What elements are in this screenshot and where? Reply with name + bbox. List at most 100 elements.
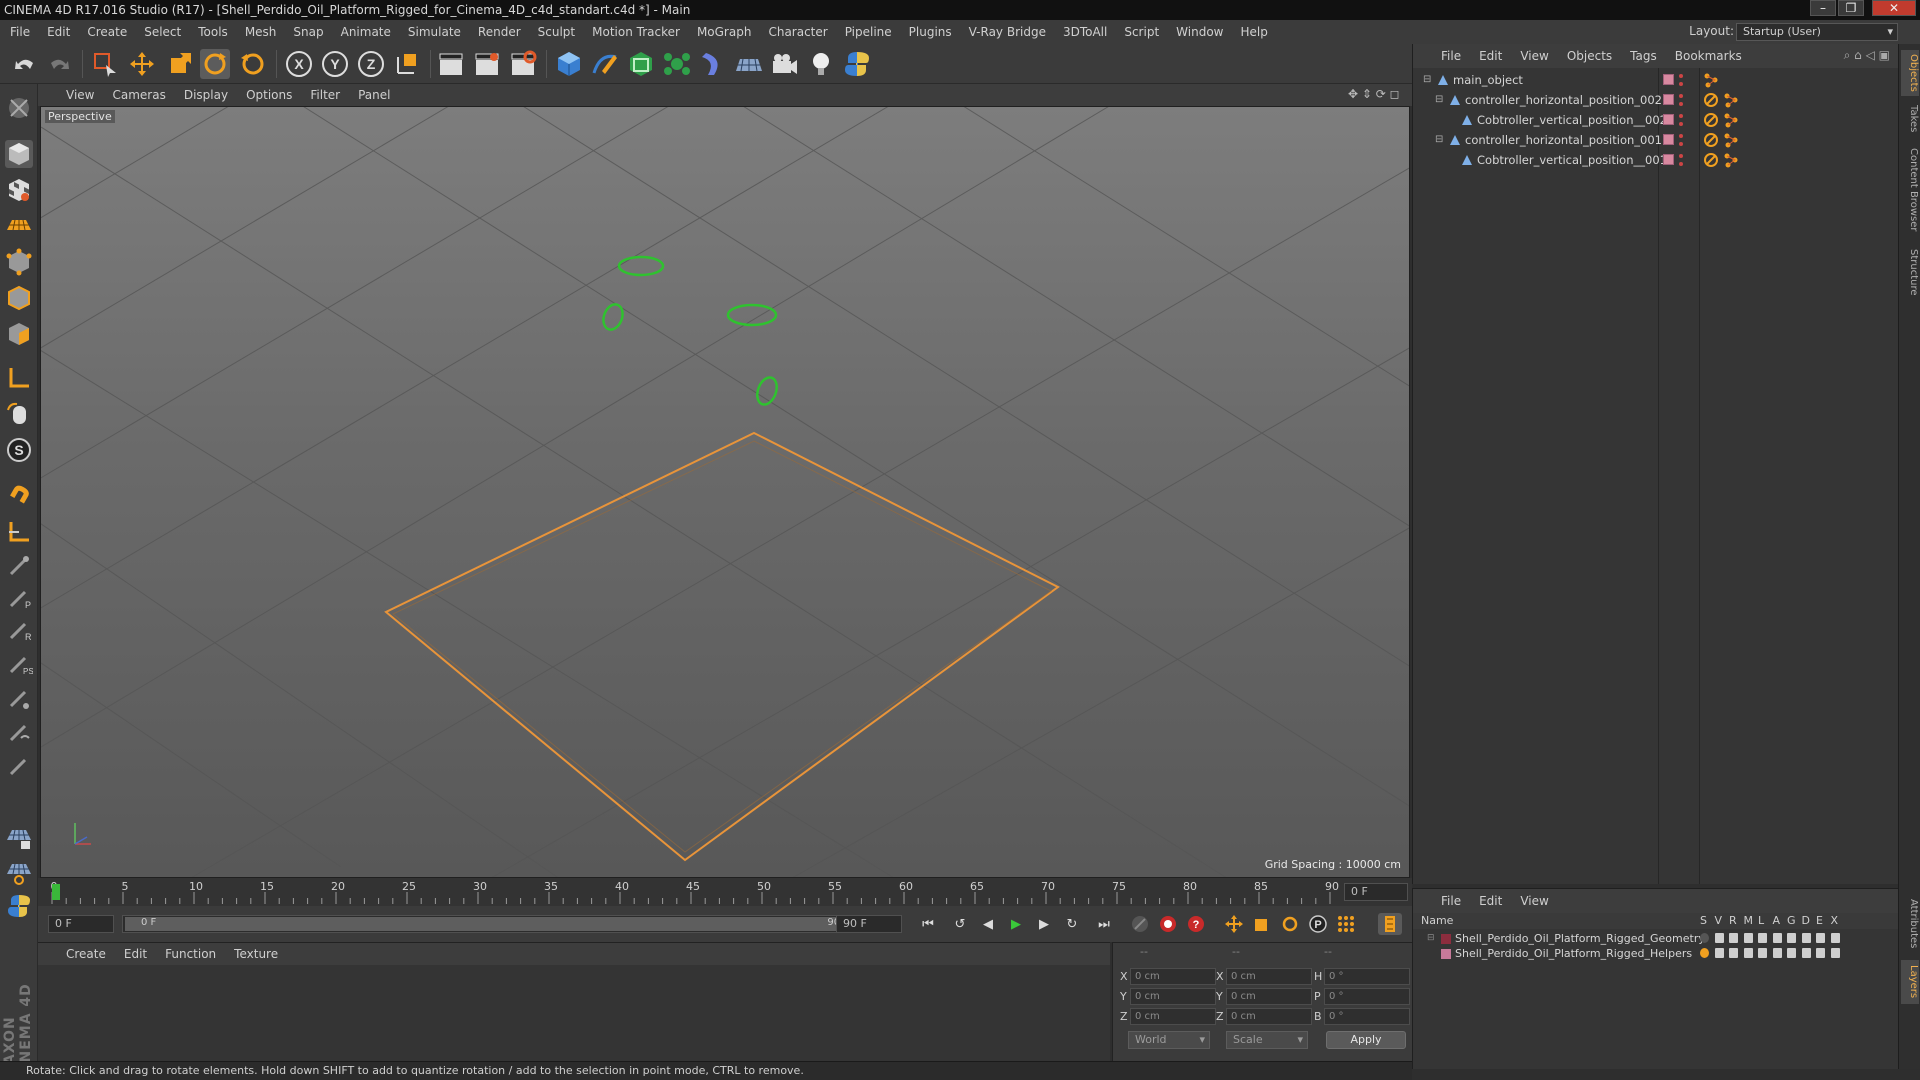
key-position-button[interactable] bbox=[1222, 913, 1246, 935]
constraint-tag-icon[interactable] bbox=[1703, 152, 1719, 168]
object-row[interactable]: Cobtroller_vertical_position__002 bbox=[1413, 110, 1899, 130]
transform-mode-dropdown[interactable]: Scale ▾ bbox=[1226, 1031, 1308, 1049]
rot-h-field[interactable]: 0 ° bbox=[1324, 968, 1410, 985]
menu-mograph[interactable]: MoGraph bbox=[697, 25, 752, 39]
snap-button[interactable]: S bbox=[5, 436, 33, 464]
layer-expand-icon[interactable]: ⊟ bbox=[1427, 931, 1435, 946]
layer-toggle-icon[interactable] bbox=[1758, 948, 1767, 958]
visibility-dots-icon[interactable] bbox=[1678, 93, 1684, 107]
record-button[interactable] bbox=[1156, 913, 1180, 935]
layer-toggle-icon[interactable] bbox=[1743, 933, 1753, 943]
viewport-scene[interactable] bbox=[41, 107, 1410, 878]
texture-mode-button[interactable] bbox=[5, 176, 33, 204]
previous-frame-button[interactable]: ◀ bbox=[976, 913, 1000, 935]
object-row[interactable]: ⊟ controller_horizontal_position_002 bbox=[1413, 90, 1899, 110]
current-frame-field[interactable]: 0 F bbox=[1344, 883, 1408, 901]
viewport-menu-panel[interactable]: Panel bbox=[358, 88, 390, 102]
rot-p-field[interactable]: 0 ° bbox=[1324, 988, 1410, 1005]
menu-select[interactable]: Select bbox=[144, 25, 181, 39]
menu-tools[interactable]: Tools bbox=[198, 25, 228, 39]
close-button[interactable]: ✕ bbox=[1872, 0, 1916, 16]
menu-animate[interactable]: Animate bbox=[341, 25, 391, 39]
xpresso-tag-icon[interactable] bbox=[1723, 132, 1739, 148]
add-spline-button[interactable] bbox=[590, 49, 620, 79]
menu-help[interactable]: Help bbox=[1240, 25, 1267, 39]
constraint-tag-icon[interactable] bbox=[1703, 132, 1719, 148]
live-selection-button[interactable] bbox=[90, 49, 120, 79]
layer-menu-view[interactable]: View bbox=[1520, 894, 1548, 908]
playhead[interactable] bbox=[52, 884, 60, 900]
rotate-tool-button[interactable] bbox=[200, 49, 230, 79]
layer-column-r[interactable]: R bbox=[1729, 913, 1737, 929]
viewport-menu-view[interactable]: View bbox=[66, 88, 94, 102]
layer-row[interactable]: ⊟ Shell_Perdido_Oil_Platform_Rigged_Geome… bbox=[1413, 931, 1899, 946]
goto-start-button[interactable]: ⏮ bbox=[916, 913, 940, 935]
start-frame-field[interactable]: 0 F bbox=[48, 915, 114, 933]
tab-attributes[interactable]: Attributes bbox=[1901, 894, 1919, 954]
python-script-button[interactable] bbox=[5, 892, 33, 920]
visibility-dots-icon[interactable] bbox=[1678, 73, 1684, 87]
menu-snap[interactable]: Snap bbox=[293, 25, 323, 39]
menu-simulate[interactable]: Simulate bbox=[408, 25, 461, 39]
tab-objects[interactable]: Objects bbox=[1901, 50, 1919, 96]
menu-plugins[interactable]: Plugins bbox=[909, 25, 952, 39]
add-deformer-button[interactable] bbox=[698, 49, 728, 79]
tab-layers[interactable]: Layers bbox=[1901, 960, 1919, 1004]
play-button[interactable]: ▶ bbox=[1004, 913, 1028, 935]
layer-color-swatch[interactable] bbox=[1441, 949, 1451, 959]
camera-label[interactable]: Perspective bbox=[45, 110, 115, 123]
brush-tool-3-button[interactable]: R bbox=[5, 616, 33, 644]
object-menu-file[interactable]: File bbox=[1441, 49, 1461, 63]
layer-color-tag[interactable] bbox=[1663, 114, 1674, 125]
range-slider-bar[interactable] bbox=[125, 917, 867, 931]
maximize-button[interactable]: ❐ bbox=[1838, 0, 1864, 16]
x-axis-lock-button[interactable]: X bbox=[284, 49, 314, 79]
layer-toggle-icon[interactable] bbox=[1743, 948, 1753, 958]
render-settings-button[interactable] bbox=[508, 49, 538, 79]
layer-name[interactable]: Shell_Perdido_Oil_Platform_Rigged_Geomet… bbox=[1455, 931, 1705, 946]
workplane-mode-button[interactable] bbox=[5, 212, 33, 240]
material-menu-create[interactable]: Create bbox=[66, 947, 106, 961]
size-z-field[interactable]: 0 cm bbox=[1226, 1008, 1312, 1025]
layer-toggle-icon[interactable] bbox=[1801, 933, 1811, 943]
layer-toggle-icon[interactable] bbox=[1816, 933, 1825, 943]
polygons-mode-button[interactable] bbox=[5, 320, 33, 348]
menu-mesh[interactable]: Mesh bbox=[245, 25, 277, 39]
tab-structure[interactable]: Structure bbox=[1901, 244, 1919, 300]
recent-tool-button[interactable] bbox=[238, 49, 268, 79]
layer-menu-file[interactable]: File bbox=[1441, 894, 1461, 908]
layer-toggle-icon[interactable] bbox=[1816, 948, 1825, 958]
menu-sculpt[interactable]: Sculpt bbox=[538, 25, 575, 39]
key-scale-button[interactable] bbox=[1250, 913, 1274, 935]
visibility-dots-icon[interactable] bbox=[1678, 133, 1684, 147]
brush-tool-5-button[interactable] bbox=[5, 684, 33, 712]
viewport-menu-cameras[interactable]: Cameras bbox=[112, 88, 165, 102]
object-menu-view[interactable]: View bbox=[1520, 49, 1548, 63]
object-menu-edit[interactable]: Edit bbox=[1479, 49, 1502, 63]
layer-toggle-icon[interactable] bbox=[1714, 948, 1724, 958]
brush-tool-2-button[interactable]: P bbox=[5, 584, 33, 612]
coordinate-system-button[interactable] bbox=[392, 49, 422, 79]
layer-toggle-icon[interactable] bbox=[1787, 948, 1796, 958]
menu-create[interactable]: Create bbox=[87, 25, 127, 39]
layer-row[interactable]: Shell_Perdido_Oil_Platform_Rigged_Helper… bbox=[1413, 946, 1899, 961]
layer-toggle-icon[interactable] bbox=[1830, 948, 1840, 958]
tree-collapse-icon[interactable]: ⊟ bbox=[1435, 90, 1443, 110]
menu-render[interactable]: Render bbox=[478, 25, 521, 39]
grid-lock-button[interactable] bbox=[5, 824, 33, 852]
layout-dropdown[interactable]: Startup (User) ▾ bbox=[1736, 23, 1898, 41]
material-menu-function[interactable]: Function bbox=[165, 947, 216, 961]
model-mode-button[interactable] bbox=[5, 140, 33, 168]
layer-color-tag[interactable] bbox=[1663, 154, 1674, 165]
layer-toggle-icon[interactable] bbox=[1830, 933, 1840, 943]
floor-workplane-button[interactable] bbox=[5, 858, 33, 886]
pos-y-field[interactable]: 0 cm bbox=[1130, 988, 1216, 1005]
scale-tool-button[interactable] bbox=[164, 49, 194, 79]
brush-tool-6-button[interactable] bbox=[5, 718, 33, 746]
menu-script[interactable]: Script bbox=[1124, 25, 1159, 39]
visibility-dots-icon[interactable] bbox=[1678, 153, 1684, 167]
python-button[interactable] bbox=[842, 49, 872, 79]
layer-color-tag[interactable] bbox=[1663, 134, 1674, 145]
object-manager-nav-icons[interactable]: ⌕ ⌂ ◁ ▣ bbox=[1844, 48, 1890, 63]
xpresso-tag-icon[interactable] bbox=[1723, 112, 1739, 128]
